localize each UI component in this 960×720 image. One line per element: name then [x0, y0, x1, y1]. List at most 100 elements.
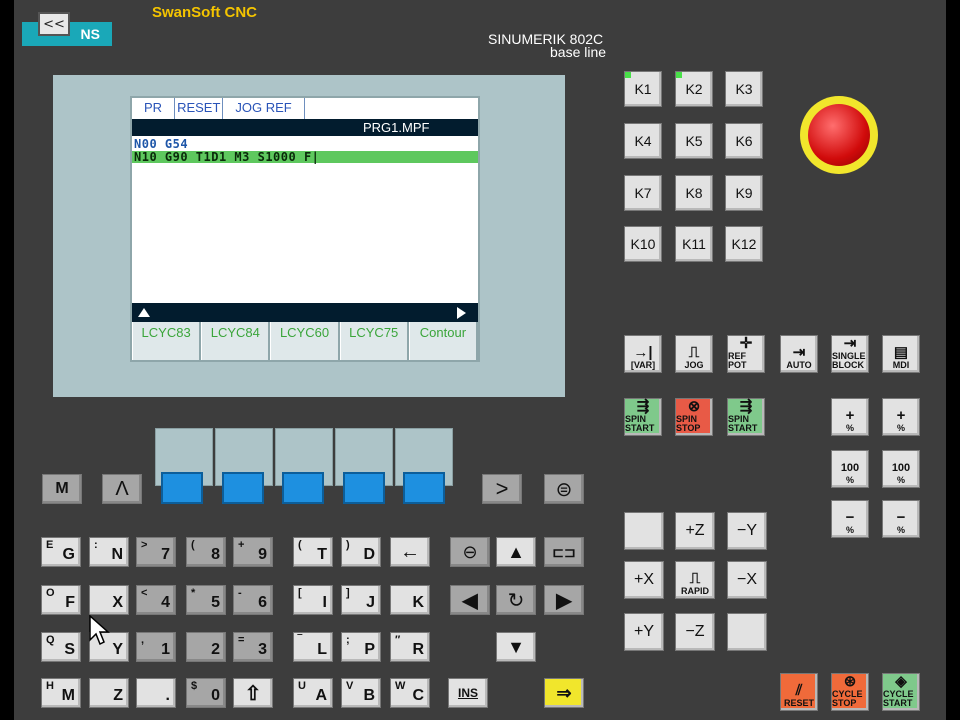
key-t[interactable]: (T — [293, 537, 333, 567]
mdi-key[interactable]: ▤ MDI — [882, 335, 920, 373]
key-n[interactable]: :N — [89, 537, 129, 567]
axis-plus-x-key[interactable]: +X — [624, 561, 664, 599]
softkey-labels: LCYC83 LCYC84 LCYC60 LCYC75 Contour — [132, 322, 478, 360]
spindle-override-plus-key[interactable]: +% — [882, 398, 920, 436]
key-5[interactable]: * 5 — [186, 585, 226, 615]
axis-plus-z-key[interactable]: +Z — [675, 512, 715, 550]
back-button[interactable]: << — [38, 12, 70, 36]
k5-key[interactable]: K5 — [675, 123, 713, 159]
softkey-button-5[interactable] — [403, 472, 445, 504]
key-c[interactable]: WC — [390, 678, 430, 708]
cycle-stop-key[interactable]: ⊛ CYCLE STOP — [831, 673, 869, 711]
ref-point-key[interactable]: ✛ REF POT — [727, 335, 765, 373]
key-g[interactable]: EG — [41, 537, 81, 567]
cycle-key[interactable]: ↻ — [496, 585, 536, 615]
key-d[interactable]: ) D — [341, 537, 381, 567]
key-f[interactable]: OF — [41, 585, 81, 615]
key-label: L — [317, 641, 327, 658]
back-icon: << — [43, 16, 65, 32]
key-2[interactable]: 2 — [186, 632, 226, 662]
backspace-key[interactable]: ← — [390, 537, 430, 567]
page-down-key[interactable]: ▼ — [496, 632, 536, 662]
key-z[interactable]: Z — [89, 678, 129, 708]
machine-key[interactable]: M — [42, 474, 82, 504]
brand-text: NS — [80, 26, 100, 42]
spindle-stop-key[interactable]: ⊗ SPIN STOP — [675, 398, 713, 436]
program-line-active[interactable]: N10 G90 T1D1 M3 S1000 F| — [132, 151, 478, 163]
key-j[interactable]: ] J — [341, 585, 381, 615]
single-block-key[interactable]: ⇥ SINGLE BLOCK — [831, 335, 869, 373]
recall-key[interactable]: Λ — [102, 474, 142, 504]
k9-key[interactable]: K9 — [725, 175, 763, 211]
softkey-button-2[interactable] — [222, 472, 264, 504]
feed-override-minus-key[interactable]: −% — [831, 500, 869, 538]
spindle-override-minus-key[interactable]: −% — [882, 500, 920, 538]
k4-key[interactable]: K4 — [624, 123, 662, 159]
k7-key[interactable]: K7 — [624, 175, 662, 211]
auto-key[interactable]: ⇥ AUTO — [780, 335, 818, 373]
k6-key[interactable]: K6 — [725, 123, 763, 159]
cursor-right-key[interactable]: ▶ — [544, 585, 584, 615]
scroll-right-icon[interactable] — [457, 307, 466, 319]
key-x[interactable]: X — [89, 585, 129, 615]
jog-key[interactable]: ⎍ JOG — [675, 335, 713, 373]
insert-key[interactable]: INS — [448, 678, 488, 708]
emergency-stop-button[interactable] — [808, 104, 870, 166]
key-b[interactable]: VB — [341, 678, 381, 708]
menu-key[interactable]: ⊜ — [544, 474, 584, 504]
key-8[interactable]: (8 — [186, 537, 226, 567]
var-key[interactable]: →| [VAR] — [624, 335, 662, 373]
key-6[interactable]: -6 — [233, 585, 273, 615]
reset-key[interactable]: ⫽ RESET — [780, 673, 818, 711]
k10-key[interactable]: K10 — [624, 226, 662, 262]
softkey-label: Contour — [408, 322, 478, 360]
cycle-start-key[interactable]: ◈ CYCLE START — [882, 673, 920, 711]
key-i[interactable]: [I — [293, 585, 333, 615]
shift-key[interactable]: ⇧ — [233, 678, 273, 708]
key-m[interactable]: HM — [41, 678, 81, 708]
feed-override-100-key[interactable]: 100% — [831, 450, 869, 488]
feed-override-plus-key[interactable]: +% — [831, 398, 869, 436]
key-3[interactable]: = 3 — [233, 632, 273, 662]
k12-key[interactable]: K12 — [725, 226, 763, 262]
cursor-left-key[interactable]: ◀ — [450, 585, 490, 615]
key-9[interactable]: +9 — [233, 537, 273, 567]
key-s[interactable]: QS — [41, 632, 81, 662]
axis-minus-z-key[interactable]: −Z — [675, 613, 715, 651]
k8-key[interactable]: K8 — [675, 175, 713, 211]
k2-key[interactable]: K2 — [675, 71, 713, 107]
k11-key[interactable]: K11 — [675, 226, 713, 262]
axis-minus-x-key[interactable]: −X — [727, 561, 767, 599]
spindle-start-ccw-key[interactable]: ⇶ SPIN START — [624, 398, 662, 436]
key-p[interactable]: ; P — [341, 632, 381, 662]
scroll-up-icon[interactable] — [138, 308, 150, 317]
axis-plus-y-key[interactable]: +Y — [624, 613, 664, 651]
softkey-label: LCYC60 — [270, 322, 340, 360]
spindle-start-cw-key[interactable]: ⇶ SPIN START — [727, 398, 765, 436]
key-r[interactable]: ″ R — [390, 632, 430, 662]
next-key[interactable]: > — [482, 474, 522, 504]
key-0[interactable]: $0 — [186, 678, 226, 708]
key-7[interactable]: >7 — [136, 537, 176, 567]
delete-key[interactable]: ⊖ — [450, 537, 490, 567]
axis-minus-y-key[interactable]: −Y — [727, 512, 767, 550]
key-l[interactable]: ‾ L — [293, 632, 333, 662]
axis-blank-key[interactable] — [727, 613, 767, 651]
softkey-button-3[interactable] — [282, 472, 324, 504]
axis-blank-key[interactable] — [624, 512, 664, 550]
k1-key[interactable]: K1 — [624, 71, 662, 107]
key-4[interactable]: <4 — [136, 585, 176, 615]
softkey-button-1[interactable] — [161, 472, 203, 504]
key-1[interactable]: ,1 — [136, 632, 176, 662]
k3-key[interactable]: K3 — [725, 71, 763, 107]
chevron-right-icon: > — [495, 476, 509, 501]
input-key[interactable]: ⇒ — [544, 678, 584, 708]
spindle-override-100-key[interactable]: 100% — [882, 450, 920, 488]
page-up-key[interactable]: ▲ — [496, 537, 536, 567]
key-k[interactable]: K — [390, 585, 430, 615]
key-dot[interactable]: . — [136, 678, 176, 708]
rapid-key[interactable]: ⎍ RAPID — [675, 561, 715, 599]
key-a[interactable]: UA — [293, 678, 333, 708]
softkey-button-4[interactable] — [343, 472, 385, 504]
select-key[interactable]: ⊏⊐ — [544, 537, 584, 567]
